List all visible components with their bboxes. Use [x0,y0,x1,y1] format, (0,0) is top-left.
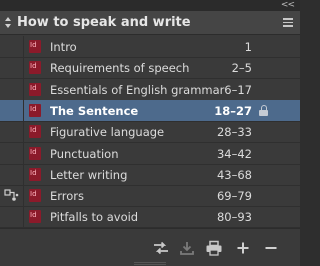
panel-menu-icon[interactable] [283,18,293,27]
row-status-gutter [0,143,24,165]
document-row[interactable]: Requirements of speech 2–5 [0,57,300,79]
document-page-range: 2–5 [231,61,252,75]
book-title: How to speak and write [17,15,191,30]
row-status-gutter [0,206,24,228]
indesign-document-icon [29,104,41,117]
document-page-range: 18–27 [214,104,252,118]
resize-grip[interactable] [134,262,166,265]
document-row[interactable]: Essentials of English grammar6–17 [0,79,300,101]
document-page-range: 28–33 [216,125,252,139]
document-page-range: 69–79 [216,189,252,203]
document-page-range: 80–93 [216,210,252,224]
document-list: Intro 1 Requirements of speech 2–5 Essential… [0,36,300,228]
document-row[interactable]: Figurative language 28–33 [0,121,300,143]
indesign-document-icon [29,147,41,160]
indesign-document-icon [29,189,41,202]
document-page-range: 6–17 [224,83,252,97]
add-document-icon[interactable] [234,240,252,256]
synchronize-styles-icon[interactable] [152,240,170,256]
row-status-gutter [0,121,24,143]
indesign-document-icon [29,168,41,181]
print-book-icon[interactable] [205,240,223,256]
document-row[interactable]: Pitfalls to avoid 80–93 [0,206,300,228]
document-name: The Sentence [50,104,139,118]
document-name: Pitfalls to avoid [50,210,139,224]
collapse-panel-button[interactable]: << [281,0,295,11]
document-name: Letter writing [50,168,128,182]
document-name: Essentials of English grammar [50,83,225,97]
row-status-gutter [0,100,24,122]
document-page-range: 1 [244,40,252,54]
row-status-gutter [0,57,24,79]
document-row[interactable]: Intro 1 [0,36,300,58]
document-name: Requirements of speech [50,61,190,75]
document-name: Intro [50,40,77,54]
lock-icon [259,105,268,116]
document-row[interactable]: Errors 69–79 [0,185,300,207]
document-row[interactable]: Letter writing 43–68 [0,164,300,186]
indesign-document-icon [29,125,41,138]
document-row[interactable]: The Sentence 18–27 [0,100,300,122]
document-page-range: 43–68 [216,168,252,182]
row-status-gutter [0,185,24,207]
row-status-gutter [0,36,24,58]
document-name: Figurative language [50,125,165,139]
indesign-document-icon [29,210,41,223]
remove-document-icon[interactable] [262,240,280,256]
save-book-icon[interactable] [178,240,196,256]
row-status-gutter [0,164,24,186]
bottom-toolbar [0,228,300,266]
up-down-arrows-icon[interactable] [5,16,13,30]
indesign-document-icon [29,83,41,96]
document-row[interactable]: Punctuation 34–42 [0,143,300,165]
indesign-document-icon [29,61,41,74]
panel-title-bar: How to speak and write [0,11,300,35]
row-status-gutter [0,79,24,101]
document-page-range: 34–42 [216,147,252,161]
document-name: Errors [50,189,85,203]
style-source-icon [4,189,19,201]
indesign-document-icon [29,40,41,53]
book-panel: << How to speak and write Intro 1 Requirem… [0,0,300,266]
document-name: Punctuation [50,147,119,161]
panel-top-strip: << [0,0,300,11]
